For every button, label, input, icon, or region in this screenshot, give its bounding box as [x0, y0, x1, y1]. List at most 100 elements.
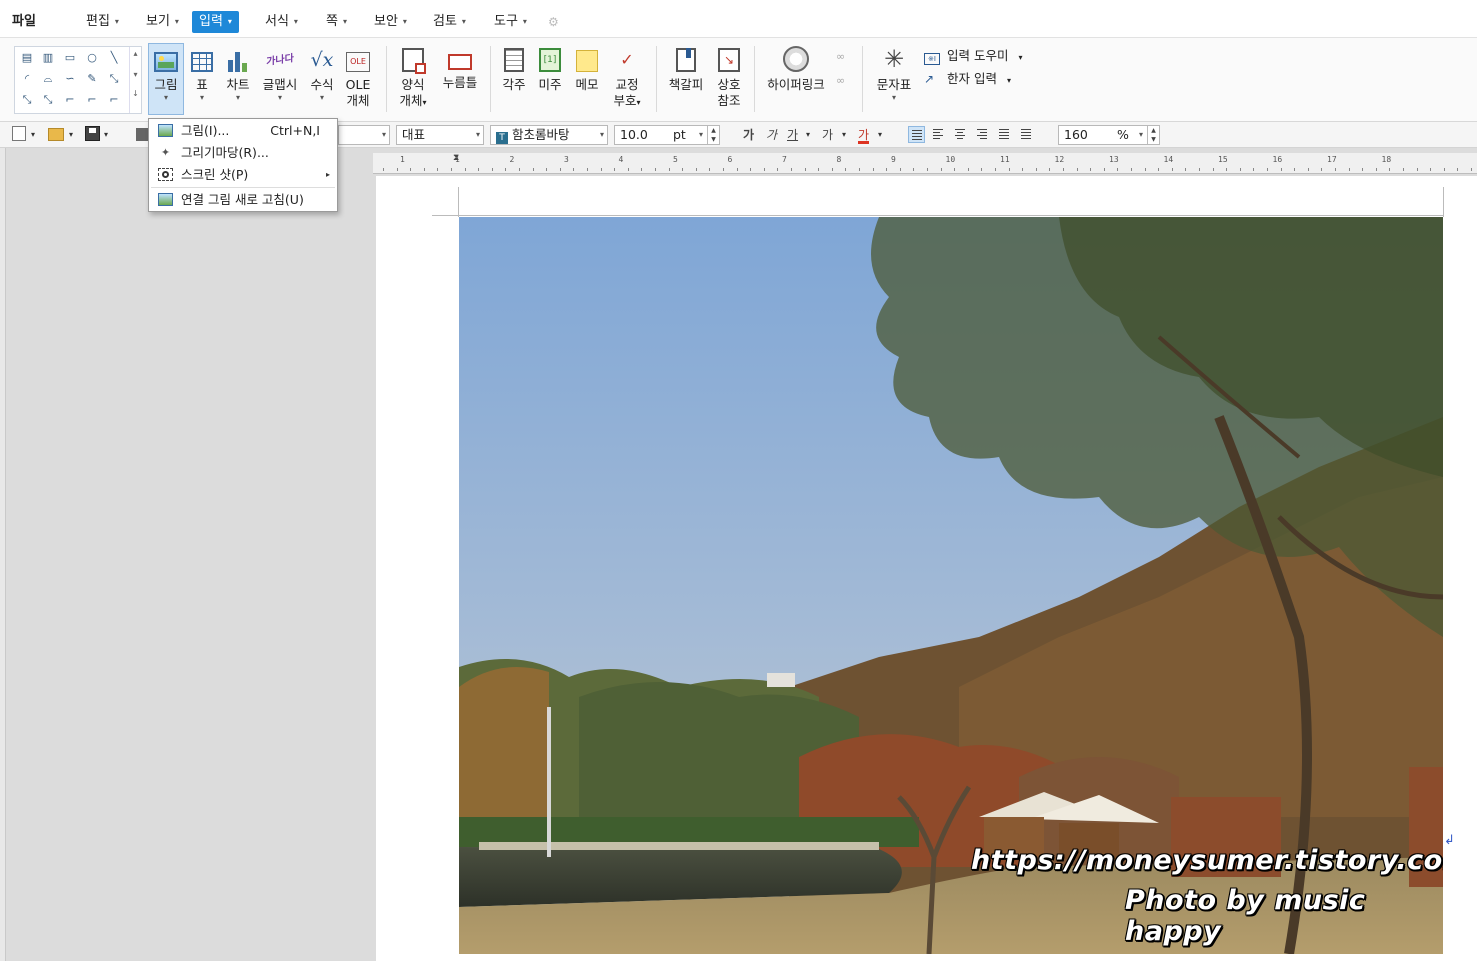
form-object-label-1: 양식 [401, 77, 425, 92]
menu-view[interactable]: 보기 ▾ [146, 11, 179, 33]
hanja-input-label: 한자 입력 [946, 71, 997, 86]
gallery-scrollbar[interactable]: ▴ ▾ ↓ [129, 47, 141, 113]
input-field-label: 누름틀 [442, 75, 478, 90]
horizontal-ruler[interactable]: 1 1 2 3 4 5 6 7 8 9 10 11 12 13 14 15 16 17 18 ⧗ [373, 153, 1477, 174]
menu-item-shortcut: Ctrl+N,I [270, 123, 320, 138]
center-align-icon[interactable] [952, 126, 969, 143]
link-icon[interactable]: ∞ [836, 50, 845, 63]
menu-view-label: 보기 [146, 14, 170, 29]
arc-icon[interactable]: ◜ [19, 72, 35, 86]
chart-button[interactable]: 차트 ▾ [222, 44, 254, 103]
chevron-down-icon[interactable]: ▾ [31, 126, 35, 144]
input-field-button[interactable]: 누름틀 [440, 44, 480, 91]
menu-item-insert-picture[interactable]: 그림(I)... Ctrl+N,I [150, 120, 336, 142]
ruler-label: 7 [782, 155, 787, 164]
ellipse-icon[interactable]: ○ [84, 51, 100, 65]
cross-reference-button[interactable]: ↘ 상호 참조 [712, 44, 746, 109]
wordart-button[interactable]: 가나다 글맵시 ▾ [260, 44, 300, 103]
equation-button[interactable]: √x 수식 ▾ [306, 44, 338, 103]
hyperlink-button[interactable]: 하이퍼링크 [762, 44, 830, 93]
chevron-down-icon: ▾ [402, 17, 407, 26]
open-folder-icon[interactable] [48, 128, 64, 141]
spinner-icon[interactable]: ▲ ▼ [1147, 126, 1159, 144]
bookmark-button[interactable]: 책갈피 [664, 44, 708, 93]
line-icon[interactable]: ╲ [106, 51, 122, 65]
chevron-down-icon[interactable]: ▾ [806, 126, 810, 144]
menu-security[interactable]: 보안 ▾ [374, 11, 407, 33]
spinner-icon[interactable]: ▲ ▼ [707, 126, 719, 144]
menu-review[interactable]: 검토 ▾ [433, 11, 466, 33]
connector-curved-icon[interactable]: ⌐ [106, 93, 122, 107]
input-helper-button[interactable]: ※I 입력 도우미 ▾ [924, 46, 1022, 66]
table-button[interactable]: 표 ▾ [188, 44, 216, 103]
ruler-label: 11 [1000, 155, 1010, 164]
chevron-down-icon[interactable]: ▾ [878, 126, 882, 144]
menu-edit[interactable]: 편집 ▾ [86, 11, 119, 33]
divide-align-icon[interactable] [1018, 126, 1035, 143]
chevron-down-icon: ▾ [1006, 76, 1011, 85]
pen-icon[interactable]: ✎ [84, 72, 100, 86]
font-color-button[interactable]: 가 [858, 126, 870, 144]
ribbon-toggle-icon[interactable]: ⚙ [548, 15, 564, 29]
menu-format[interactable]: 서식 ▾ [265, 11, 298, 33]
chevron-down-icon[interactable]: ▾ [104, 126, 108, 144]
connector-elbow-icon[interactable]: ⌐ [62, 93, 78, 107]
strikethrough-button[interactable]: 가 [822, 126, 833, 144]
style-combo-tail[interactable]: ▾ [338, 125, 390, 145]
font-combo[interactable]: T 함초롬바탕 ▾ [490, 125, 608, 145]
save-icon[interactable] [85, 126, 100, 141]
ole-button[interactable]: OLE OLE 개체 [342, 44, 374, 109]
menu-input[interactable]: 입력 ▾ [192, 11, 239, 33]
chevron-down-icon[interactable]: ▾ [842, 126, 846, 144]
new-document-icon[interactable] [12, 126, 26, 141]
indent-marker-icon[interactable]: ⧗ [453, 153, 459, 163]
unlink-icon[interactable]: ∞ [836, 74, 845, 87]
italic-button[interactable]: 가 [766, 126, 777, 144]
form-object-button[interactable]: 양식 개체▾ [396, 44, 430, 111]
textbox-icon[interactable]: ▤ [19, 51, 35, 65]
menu-file[interactable]: 파일 [12, 11, 36, 33]
connector-straight-icon[interactable]: ⤡ [19, 93, 35, 107]
vertical-textbox-icon[interactable]: ▥ [40, 51, 56, 65]
para-style-combo[interactable]: 대표 ▾ [396, 125, 484, 145]
curve-icon[interactable]: ∽ [62, 72, 78, 86]
menu-tools[interactable]: 도구 ▾ [494, 11, 527, 33]
para-style-value: 대표 [402, 127, 426, 142]
right-align-icon[interactable] [974, 126, 991, 143]
chevron-down-icon: ▾ [235, 93, 240, 102]
connector-icon[interactable]: ⤡ [106, 72, 122, 86]
character-map-button[interactable]: ✳ 문자표 ▾ [872, 44, 916, 103]
print-icon[interactable] [136, 128, 148, 141]
picture-button[interactable]: 그림 ▾ [148, 43, 184, 115]
menu-item-drawing-gallery[interactable]: ✦ 그리기마당(R)... [150, 142, 336, 164]
ruler-tick [655, 168, 656, 171]
menu-item-refresh-linked[interactable]: 연결 그림 새로 고침(U) [150, 189, 336, 211]
equation-label: 수식 [310, 77, 334, 92]
inserted-photo[interactable]: https://moneysumer.tistory.com Photo by … [459, 217, 1443, 954]
picture-label: 그림 [154, 77, 178, 92]
polygon-icon[interactable]: ⌓ [40, 72, 56, 86]
rectangle-icon[interactable]: ▭ [62, 51, 78, 65]
input-helper-label: 입력 도우미 [946, 48, 1009, 63]
bold-button[interactable]: 가 [743, 126, 754, 144]
footnote-button[interactable]: 각주 [498, 44, 530, 93]
font-size-combo[interactable]: 10.0 pt ▾ ▲ ▼ [614, 125, 720, 145]
hanja-input-button[interactable]: ↗ 한자 입력 ▾ [924, 69, 1011, 89]
ribbon-separator [754, 46, 755, 112]
menu-item-screenshot[interactable]: 스크린 샷(P) ▸ [150, 164, 336, 186]
underline-button[interactable]: 가 [787, 126, 798, 144]
connector-elbow-arrow-icon[interactable]: ⌐ [84, 93, 100, 107]
distribute-align-icon[interactable] [996, 126, 1013, 143]
left-align-icon[interactable] [930, 126, 947, 143]
chevron-down-icon[interactable]: ▾ [69, 126, 73, 144]
proofread-button[interactable]: ✓ 교정 부호▾ [608, 44, 646, 111]
connector-arrow-icon[interactable]: ⤡ [40, 93, 56, 107]
ole-icon: OLE [346, 52, 370, 72]
ruler-tick [1171, 168, 1173, 171]
chevron-down-icon: ▾ [163, 93, 168, 102]
memo-button[interactable]: 메모 [570, 44, 604, 93]
menu-page[interactable]: 쪽 ▾ [326, 11, 347, 33]
zoom-combo[interactable]: 160% ▾ ▲ ▼ [1058, 125, 1160, 145]
endnote-button[interactable]: [1] 미주 [534, 44, 566, 93]
justify-align-icon[interactable] [908, 126, 925, 143]
